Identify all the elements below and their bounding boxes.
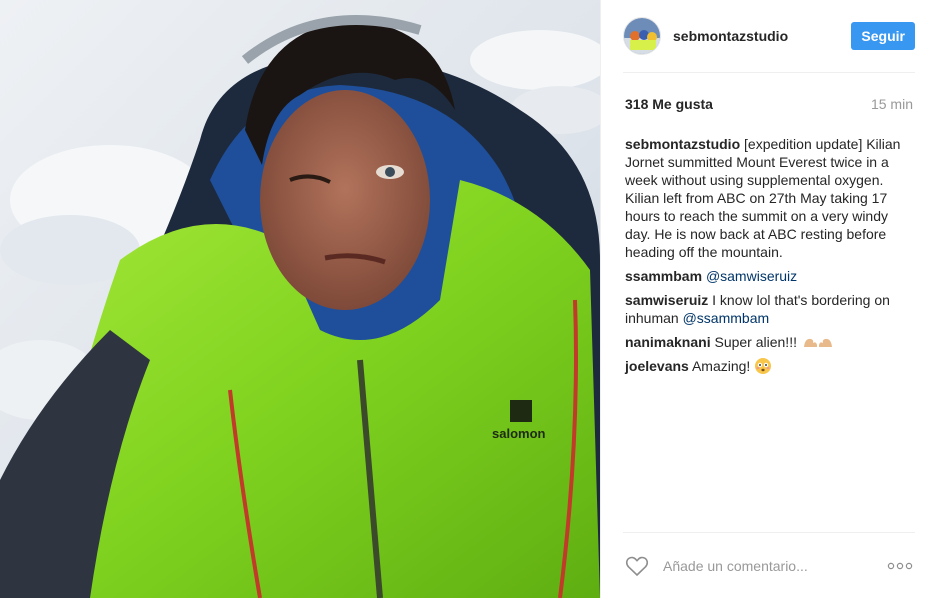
likes-count[interactable]: 318 Me gusta (625, 96, 713, 112)
caption: sebmontazstudio [expedition update] Kili… (625, 135, 910, 261)
flushed-face-icon (755, 358, 772, 374)
comment-item: nanimaknani Super alien!!! (625, 333, 910, 351)
comment-text: Amazing! (691, 358, 751, 374)
comment-item: ssammbam @samwiseruiz (625, 267, 910, 285)
comments-list: sebmontazstudio [expedition update] Kili… (625, 135, 910, 381)
more-options-icon[interactable] (887, 562, 913, 570)
likes-row: 318 Me gusta 15 min (625, 96, 913, 112)
comment-item: samwiseruiz I know lol that's bordering … (625, 291, 910, 327)
post-username[interactable]: sebmontazstudio (673, 28, 851, 44)
avatar[interactable] (623, 17, 661, 55)
comment-username[interactable]: samwiseruiz (625, 292, 708, 308)
avatar-image (624, 18, 660, 54)
header-divider (623, 72, 915, 73)
comment-mention[interactable]: @samwiseruiz (706, 268, 797, 284)
comment-username[interactable]: joelevans (625, 358, 689, 374)
flexed-biceps-icon (803, 338, 832, 347)
comment-username[interactable]: ssammbam (625, 268, 702, 284)
comment-username[interactable]: nanimaknani (625, 334, 711, 350)
instagram-post-modal: salomon sebmontazstudio Seguir 318 Me gu… (0, 0, 938, 598)
comment-input[interactable] (661, 550, 887, 582)
post-time[interactable]: 15 min (871, 96, 913, 112)
comment-mention[interactable]: @ssammbam (683, 310, 770, 326)
post-details-panel: sebmontazstudio Seguir 318 Me gusta 15 m… (600, 0, 938, 598)
caption-text: [expedition update] Kilian Jornet summit… (625, 136, 901, 260)
svg-text:salomon: salomon (492, 426, 546, 441)
follow-button[interactable]: Seguir (851, 22, 915, 50)
comment-composer (625, 548, 913, 584)
post-photo[interactable]: salomon (0, 0, 600, 598)
caption-username[interactable]: sebmontazstudio (625, 136, 740, 152)
post-header: sebmontazstudio Seguir (623, 14, 915, 58)
heart-outline-icon[interactable] (625, 555, 649, 577)
comment-text: Super alien!!! (714, 334, 797, 350)
footer-divider (623, 532, 915, 533)
comment-item: joelevans Amazing! (625, 357, 910, 375)
mountaineer-photo: salomon (0, 0, 600, 598)
